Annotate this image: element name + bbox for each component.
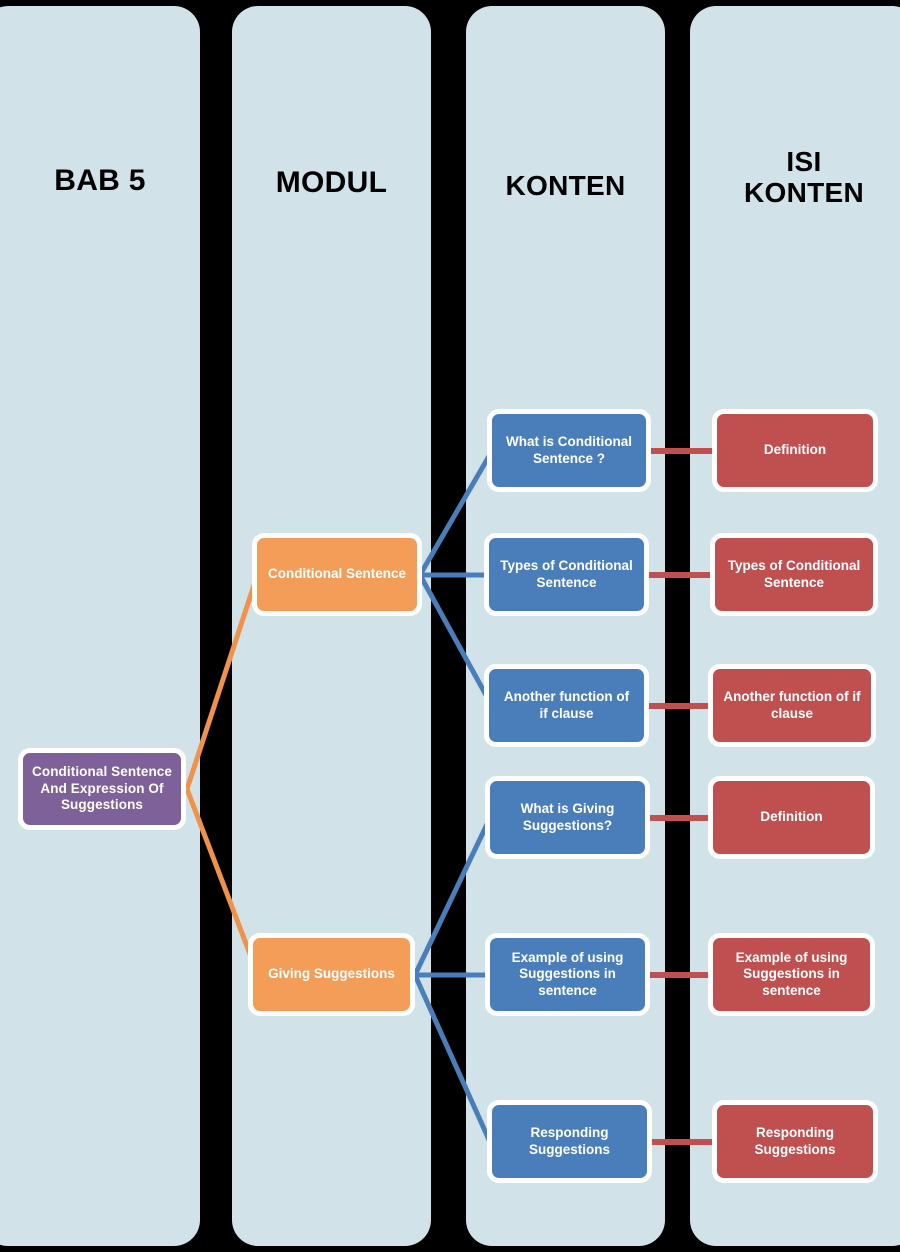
node-detail-another-function-of-if-clause[interactable]: Another function of if clause (708, 664, 876, 747)
node-content-types-of-conditional-sentence[interactable]: Types of Conditional Sentence (484, 533, 649, 616)
column-title-konten: KONTEN (505, 170, 626, 201)
column-panel-modul: MODUL (232, 6, 431, 1246)
column-panel-konten: KONTEN (466, 6, 665, 1246)
node-root-conditional-sentence-and-expression-of-suggestions[interactable]: Conditional Sentence And Expression Of S… (18, 748, 186, 830)
column-title-modul: MODUL (275, 166, 388, 199)
column-title-isi-line2: KONTEN (743, 177, 865, 209)
node-detail-types-of-conditional-sentence[interactable]: Types of Conditional Sentence (710, 533, 878, 616)
node-detail-responding-suggestions[interactable]: Responding Suggestions (712, 1100, 878, 1183)
node-module-conditional-sentence[interactable]: Conditional Sentence (252, 533, 422, 616)
node-content-example-of-using-suggestions-in-sentence[interactable]: Example of using Suggestions in sentence (485, 933, 650, 1016)
column-panel-bab5: BAB 5 (0, 6, 200, 1246)
column-title-isi-line1: ISI (786, 146, 822, 177)
node-content-what-is-conditional-sentence[interactable]: What is Conditional Sentence ? (487, 409, 651, 492)
diagram-canvas: BAB 5 MODUL KONTEN ISI KONTEN Conditiona… (0, 0, 900, 1252)
node-content-another-function-of-if-clause[interactable]: Another function of if clause (484, 664, 649, 747)
node-detail-example-of-using-suggestions-in-sentence[interactable]: Example of using Suggestions in sentence (708, 933, 875, 1016)
column-title-isi-konten: ISI KONTEN (690, 146, 900, 209)
column-title-bab5: BAB 5 (54, 164, 146, 197)
column-panel-isi-konten: ISI KONTEN (690, 6, 900, 1246)
node-content-responding-suggestions[interactable]: Responding Suggestions (487, 1100, 652, 1183)
node-content-what-is-giving-suggestions[interactable]: What is Giving Suggestions? (485, 776, 650, 859)
node-detail-definition-giving-suggestions[interactable]: Definition (708, 776, 875, 859)
node-detail-definition-conditional-sentence[interactable]: Definition (712, 409, 878, 492)
node-module-giving-suggestions[interactable]: Giving Suggestions (248, 933, 415, 1016)
